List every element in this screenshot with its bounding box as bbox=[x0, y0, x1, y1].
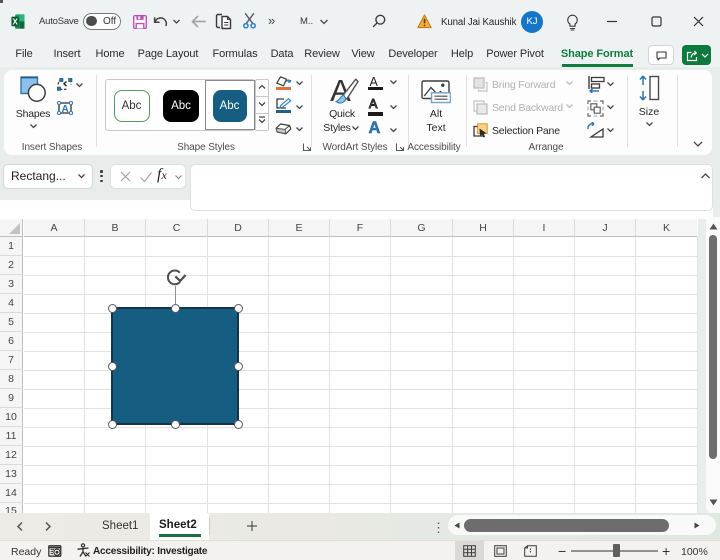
svg-text:A: A bbox=[61, 103, 68, 114]
svg-text:X: X bbox=[13, 17, 19, 26]
